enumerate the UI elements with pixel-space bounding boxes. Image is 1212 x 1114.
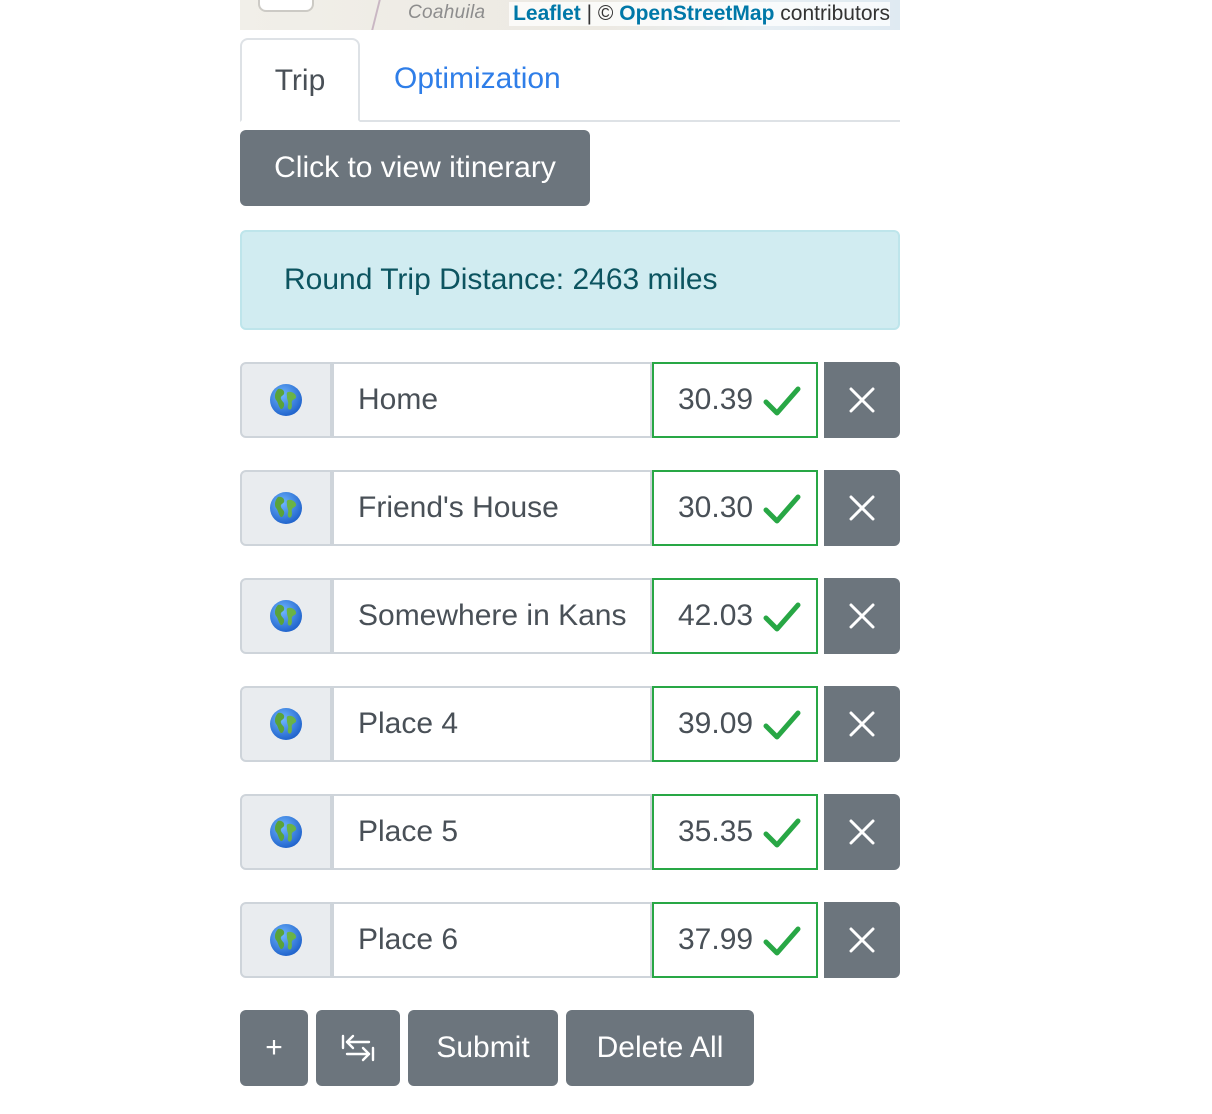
remove-place-button[interactable]	[824, 686, 900, 762]
locate-place-button[interactable]	[240, 362, 332, 438]
round-trip-distance-alert: Round Trip Distance: 2463 miles	[240, 230, 900, 330]
place-row	[240, 470, 900, 546]
map-border-line	[371, 0, 381, 30]
tab-optimization[interactable]: Optimization	[360, 38, 595, 122]
map-place-label: Coahuila	[408, 2, 486, 23]
coordinates-field	[652, 794, 818, 870]
close-icon	[849, 387, 875, 413]
locate-place-button[interactable]	[240, 686, 332, 762]
coordinates-input[interactable]	[654, 904, 770, 976]
osm-link[interactable]: OpenStreetMap	[619, 2, 774, 25]
submit-button[interactable]: Submit	[408, 1010, 558, 1086]
close-icon	[849, 819, 875, 845]
place-name-input[interactable]	[332, 794, 652, 870]
coordinates-input[interactable]	[654, 364, 770, 436]
map-zoom-control[interactable]	[260, 0, 312, 10]
close-icon	[849, 927, 875, 953]
check-icon	[763, 386, 801, 416]
tab-trip[interactable]: Trip	[240, 38, 360, 122]
reverse-trip-button[interactable]	[316, 1010, 400, 1086]
close-icon	[849, 603, 875, 629]
place-name-input[interactable]	[332, 686, 652, 762]
check-icon	[763, 710, 801, 740]
check-icon	[763, 602, 801, 632]
coordinates-field	[652, 578, 818, 654]
remove-place-button[interactable]	[824, 578, 900, 654]
remove-place-button[interactable]	[824, 902, 900, 978]
globe-americas-icon	[270, 816, 302, 848]
locate-place-button[interactable]	[240, 470, 332, 546]
globe-americas-icon	[270, 492, 302, 524]
coordinates-field	[652, 362, 818, 438]
coordinates-field	[652, 686, 818, 762]
place-row	[240, 362, 900, 438]
attribution-suffix: contributors	[774, 2, 890, 25]
check-icon	[763, 818, 801, 848]
globe-americas-icon	[270, 708, 302, 740]
place-row	[240, 902, 900, 978]
map-attribution: Leaflet | © OpenStreetMap contributors	[509, 2, 890, 26]
remove-place-button[interactable]	[824, 362, 900, 438]
view-itinerary-button[interactable]: Click to view itinerary	[240, 130, 590, 206]
globe-americas-icon	[270, 600, 302, 632]
close-icon	[849, 711, 875, 737]
add-place-button[interactable]: +	[240, 1010, 308, 1086]
place-name-input[interactable]	[332, 470, 652, 546]
attribution-separator: | ©	[580, 2, 620, 25]
locate-place-button[interactable]	[240, 902, 332, 978]
place-row	[240, 794, 900, 870]
check-icon	[763, 494, 801, 524]
coordinates-input[interactable]	[654, 796, 770, 868]
leaflet-link[interactable]: Leaflet	[513, 2, 581, 25]
place-row	[240, 686, 900, 762]
place-name-input[interactable]	[332, 578, 652, 654]
tab-bar: Trip Optimization	[240, 38, 900, 122]
globe-americas-icon	[270, 384, 302, 416]
coordinates-field	[652, 902, 818, 978]
map-strip[interactable]: Coahuila Leaflet | © OpenStreetMap contr…	[240, 0, 900, 30]
coordinates-input[interactable]	[654, 580, 770, 652]
place-name-input[interactable]	[332, 902, 652, 978]
coordinates-input[interactable]	[654, 472, 770, 544]
locate-place-button[interactable]	[240, 794, 332, 870]
remove-place-button[interactable]	[824, 794, 900, 870]
place-name-input[interactable]	[332, 362, 652, 438]
remove-place-button[interactable]	[824, 470, 900, 546]
coordinates-field	[652, 470, 818, 546]
delete-all-button[interactable]: Delete All	[566, 1010, 754, 1086]
reverse-arrows-icon	[341, 1034, 375, 1062]
place-row	[240, 578, 900, 654]
globe-americas-icon	[270, 924, 302, 956]
close-icon	[849, 495, 875, 521]
coordinates-input[interactable]	[654, 688, 770, 760]
check-icon	[763, 926, 801, 956]
locate-place-button[interactable]	[240, 578, 332, 654]
